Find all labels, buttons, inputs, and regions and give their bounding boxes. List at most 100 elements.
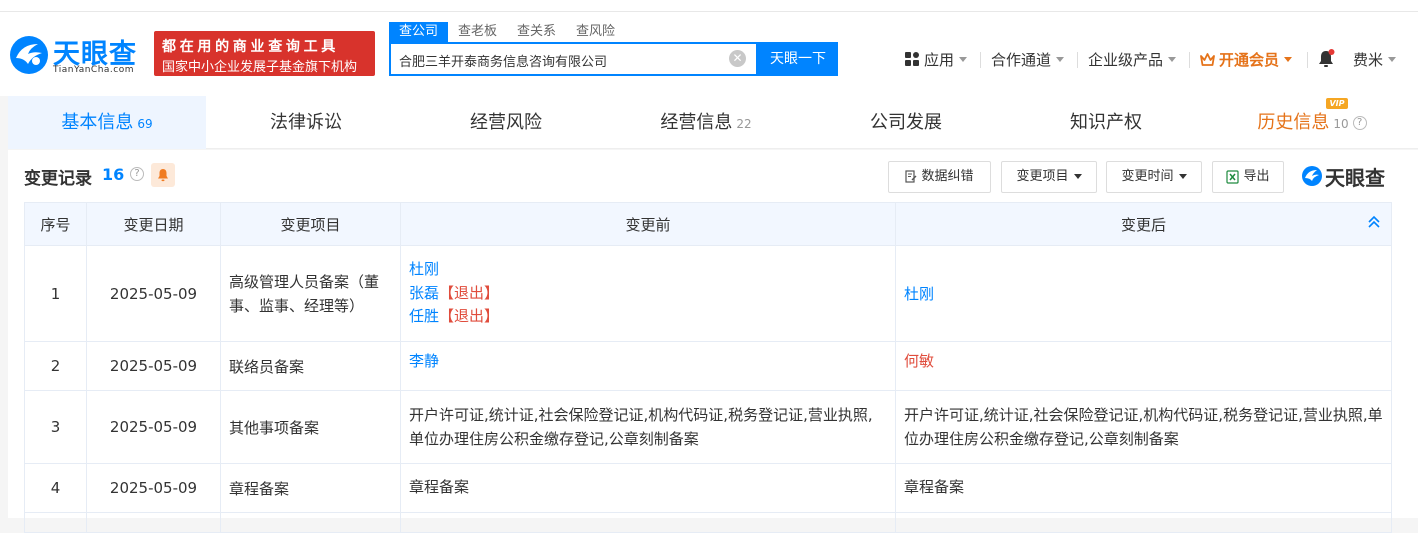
row-item: 其他事项备案 <box>220 390 401 464</box>
person-link[interactable]: 张磊 <box>409 284 439 302</box>
chevron-down-icon <box>1178 174 1187 179</box>
tab-label: 知识产权 <box>1070 112 1142 133</box>
tab-label: 基本信息 <box>61 112 134 133</box>
tab-ip[interactable]: 知识产权 <box>1006 96 1206 149</box>
monitor-bell-button[interactable] <box>151 163 175 187</box>
tab-operating-info[interactable]: 经营信息 22 <box>606 96 806 149</box>
slogan-banner: 都在用的商业查询工具 国家中小企业发展子基金旗下机构 <box>154 31 375 76</box>
tab-operating-risk[interactable]: 经营风险 <box>406 96 606 149</box>
change-records-panel: 变更记录 16 ? 数据纠错 变更项目 变更时间 导出 天眼查 序号 变更日期 … <box>8 150 1418 533</box>
tab-label: 法律诉讼 <box>270 112 342 133</box>
brand-watermark: 天眼查 <box>1301 164 1385 190</box>
nav-enterprise[interactable]: 企业级产品 <box>1088 48 1177 70</box>
person-link[interactable]: 任胜 <box>409 307 439 325</box>
excel-icon <box>1226 169 1240 184</box>
row-item: 章程备案 <box>220 463 401 513</box>
tab-history[interactable]: 历史信息 10? <box>1206 96 1418 149</box>
tab-label: 历史信息 <box>1257 112 1330 133</box>
column-header: 变更后 <box>895 202 1392 246</box>
chevron-down-icon <box>1388 56 1397 62</box>
notification-bell[interactable] <box>1317 48 1335 70</box>
column-header: 序号 <box>24 202 87 246</box>
nav-user[interactable]: 费米 <box>1353 48 1397 70</box>
data-correction-button[interactable]: 数据纠错 <box>888 161 991 193</box>
help-icon[interactable]: ? <box>130 167 144 181</box>
search-type-tabs: 查公司 查老板 查关系 查风险 <box>389 22 625 42</box>
column-header: 变更项目 <box>220 202 401 246</box>
column-header-label: 变更后 <box>1120 215 1166 234</box>
person-link[interactable]: 何敏 <box>904 352 934 370</box>
site-header: 天眼查 TianYanCha.com 都在用的商业查询工具 国家中小企业发展子基… <box>0 12 1418 96</box>
tab-basic-info[interactable]: 基本信息 69 <box>8 96 206 149</box>
person-link[interactable]: 李静 <box>409 352 439 370</box>
table-row <box>24 512 1392 533</box>
row-after: 章程备案 <box>895 463 1392 513</box>
table-cell <box>895 512 1392 533</box>
person-link[interactable]: 杜刚 <box>904 285 934 303</box>
apps-grid-icon <box>905 52 919 66</box>
table-cell <box>86 512 221 533</box>
exit-tag: 【退出】 <box>439 283 500 302</box>
row-before: 开户许可证,统计证,社会保险登记证,机构代码证,税务登记证,营业执照,单位办理住… <box>400 390 896 464</box>
bell-icon <box>1319 49 1335 67</box>
nav-channels[interactable]: 合作通道 <box>991 48 1065 70</box>
row-number: 3 <box>24 390 87 464</box>
nav-apps[interactable]: 应用 <box>905 48 968 70</box>
collapse-up-icon[interactable] <box>1367 215 1381 229</box>
person-link[interactable]: 杜刚 <box>409 260 439 278</box>
nav-divider <box>980 52 981 68</box>
top-strip <box>0 0 1418 12</box>
tab-count: 10 <box>1333 117 1349 131</box>
logo-icon <box>1302 166 1322 186</box>
nav-divider <box>1307 52 1308 68</box>
search-input[interactable]: 合肥三羊开泰商务信息咨询有限公司 ✕ <box>389 42 758 76</box>
nav-apps-label: 应用 <box>924 50 955 69</box>
change-records-table: 序号 变更日期 变更项目 变更前 变更后 1 2025-05-09 高级管理人员… <box>24 202 1392 533</box>
nav-vip[interactable]: 开通会员 <box>1200 48 1293 70</box>
vip-badge: VIP <box>1326 98 1348 109</box>
change-time-filter[interactable]: 变更时间 <box>1106 161 1202 193</box>
company-tabs: 基本信息 69 法律诉讼 经营风险 经营信息 22 公司发展 知识产权 历史信息 10… <box>8 96 1418 149</box>
slogan-line-1: 都在用的商业查询工具 <box>162 39 339 55</box>
nav-enterprise-label: 企业级产品 <box>1088 50 1164 69</box>
tab-legal[interactable]: 法律诉讼 <box>206 96 406 149</box>
brand-text: 天眼查 <box>1325 165 1385 190</box>
button-label: 数据纠错 <box>921 169 974 184</box>
help-icon[interactable]: ? <box>1352 116 1367 130</box>
nav-user-label: 费米 <box>1353 50 1384 69</box>
change-item-filter[interactable]: 变更项目 <box>1001 161 1097 193</box>
clear-icon[interactable]: ✕ <box>729 50 746 67</box>
table-cell <box>24 512 87 533</box>
row-date: 2025-05-09 <box>86 341 221 391</box>
chevron-down-icon <box>959 56 968 62</box>
exit-tag: 【退出】 <box>439 307 500 326</box>
search-tab-company[interactable]: 查公司 <box>389 22 449 42</box>
row-before: 李静 <box>400 341 896 391</box>
table-row: 3 2025-05-09 其他事项备案 开户许可证,统计证,社会保险登记证,机构… <box>24 390 1392 464</box>
table-row: 2 2025-05-09 联络员备案 李静 何敏 <box>24 341 1392 391</box>
search-tab-risk[interactable]: 查风险 <box>566 22 625 42</box>
table-row: 4 2025-05-09 章程备案 章程备案 章程备案 <box>24 463 1392 513</box>
search-tab-boss[interactable]: 查老板 <box>448 22 507 42</box>
tab-development[interactable]: 公司发展 <box>806 96 1006 149</box>
logo-icon[interactable] <box>8 34 50 76</box>
slogan-line-2: 国家中小企业发展子基金旗下机构 <box>162 60 358 75</box>
tab-count: 22 <box>736 117 752 131</box>
search-input-value[interactable]: 合肥三羊开泰商务信息咨询有限公司 <box>399 51 607 70</box>
tab-count: 69 <box>137 117 153 131</box>
table-row: 1 2025-05-09 高级管理人员备案（董事、监事、经理等） 杜刚 张磊【退… <box>24 245 1392 342</box>
row-number: 4 <box>24 463 87 513</box>
row-before: 杜刚 张磊【退出】 任胜【退出】 <box>400 245 896 342</box>
button-label: 变更项目 <box>1016 169 1069 184</box>
nav-divider <box>1077 52 1078 68</box>
search-tab-relation[interactable]: 查关系 <box>507 22 566 42</box>
nav-channels-label: 合作通道 <box>991 50 1052 69</box>
export-button[interactable]: 导出 <box>1212 161 1284 193</box>
table-cell <box>220 512 401 533</box>
table-cell <box>400 512 896 533</box>
chevron-down-icon <box>1284 56 1293 62</box>
row-item: 联络员备案 <box>220 341 401 391</box>
row-number: 1 <box>24 245 87 342</box>
tab-label: 经营信息 <box>660 112 733 133</box>
search-button[interactable]: 天眼一下 <box>758 42 838 76</box>
